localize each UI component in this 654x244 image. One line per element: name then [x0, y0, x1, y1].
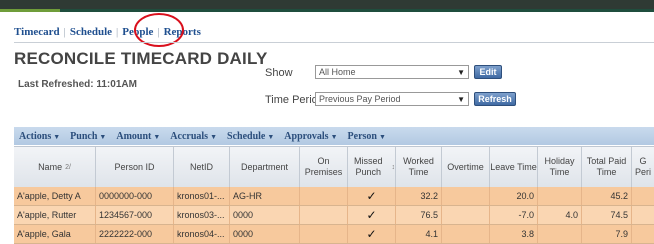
app-top-bar	[0, 0, 654, 12]
cell-worked-time: 32.2	[396, 187, 442, 205]
column-header-name[interactable]: Name 2/	[14, 147, 96, 187]
menu-actions[interactable]: Actions ▼	[19, 131, 60, 142]
menu-schedule[interactable]: Schedule ▼	[227, 131, 274, 142]
column-header-period[interactable]: G Peri	[632, 147, 654, 187]
cell-holiday-time	[538, 187, 582, 205]
menu-amount[interactable]: Amount ▼	[116, 131, 160, 142]
menu-approvals[interactable]: Approvals ▼	[284, 131, 337, 142]
tab-schedule[interactable]: Schedule	[66, 26, 116, 38]
cell-on-premises	[300, 187, 348, 205]
table-row[interactable]: A'apple, Detty A 0000000-000 kronos01-..…	[14, 187, 654, 206]
cell-worked-time: 76.5	[396, 206, 442, 224]
table-row[interactable]: A'apple, Gala 2222222-000 kronos04-... 0…	[14, 225, 654, 244]
tab-people[interactable]: People	[118, 26, 157, 38]
cell-name: A'apple, Rutter	[14, 206, 96, 224]
time-period-select-value: Previous Pay Period	[319, 94, 401, 104]
column-header-netid[interactable]: NetID	[174, 147, 230, 187]
cell-netid: kronos04-...	[174, 225, 230, 243]
refresh-button[interactable]: Refresh	[474, 92, 516, 106]
cell-name: A'apple, Gala	[14, 225, 96, 243]
cell-period	[632, 187, 654, 205]
cell-department: 0000	[230, 225, 300, 243]
cell-leave-time: -7.0	[490, 206, 538, 224]
main-nav: Timecard | Schedule | People | Reports	[14, 24, 205, 40]
page-title: RECONCILE TIMECARD DAILY	[14, 49, 268, 68]
cell-overtime	[442, 225, 490, 243]
cell-period	[632, 225, 654, 243]
cell-person-id: 1234567-000	[96, 206, 174, 224]
checkmark-icon: ✓	[348, 206, 396, 224]
cell-leave-time: 3.8	[490, 225, 538, 243]
nav-divider	[14, 42, 654, 43]
show-label: Show	[265, 67, 293, 79]
cell-person-id: 2222222-000	[96, 225, 174, 243]
cell-holiday-time: 4.0	[538, 206, 582, 224]
tab-timecard[interactable]: Timecard	[14, 26, 64, 38]
cell-person-id: 0000000-000	[96, 187, 174, 205]
column-header-worked-time[interactable]: Worked Time	[396, 147, 442, 187]
column-header-missed-punch[interactable]: Missed Punch ↕	[348, 147, 396, 187]
checkmark-icon: ✓	[348, 187, 396, 205]
cell-overtime	[442, 206, 490, 224]
time-period-select[interactable]: Previous Pay Period ▼	[315, 92, 469, 106]
column-header-total-paid-time[interactable]: Total Paid Time	[582, 147, 632, 187]
column-header-holiday-time[interactable]: Holiday Time	[538, 147, 582, 187]
cell-department: 0000	[230, 206, 300, 224]
cell-leave-time: 20.0	[490, 187, 538, 205]
cell-holiday-time	[538, 225, 582, 243]
cell-period	[632, 206, 654, 224]
table-row[interactable]: A'apple, Rutter 1234567-000 kronos03-...…	[14, 206, 654, 225]
cell-netid: kronos01-...	[174, 187, 230, 205]
cell-total-paid-time: 7.9	[582, 225, 632, 243]
edit-button[interactable]: Edit	[474, 65, 502, 79]
cell-total-paid-time: 74.5	[582, 206, 632, 224]
cell-on-premises	[300, 225, 348, 243]
show-select-value: All Home	[319, 67, 356, 77]
chevron-down-icon: ▼	[457, 67, 465, 77]
tab-reports[interactable]: Reports	[160, 26, 205, 38]
cell-worked-time: 4.1	[396, 225, 442, 243]
last-refreshed: Last Refreshed: 11:01AM	[18, 79, 137, 90]
top-bar-accent-dark	[60, 9, 654, 12]
sort-icon: 2/	[65, 163, 71, 171]
cell-department: AG-HR	[230, 187, 300, 205]
column-header-leave-time[interactable]: Leave Time	[490, 147, 538, 187]
column-header-on-premises[interactable]: On Premises	[300, 147, 348, 187]
cell-name: A'apple, Detty A	[14, 187, 96, 205]
cell-on-premises	[300, 206, 348, 224]
column-header-overtime[interactable]: Overtime	[442, 147, 490, 187]
actions-menu-bar: Actions ▼ Punch ▼ Amount ▼ Accruals ▼ Schedu…	[14, 127, 654, 145]
filter-icon: ↕	[391, 163, 396, 171]
cell-total-paid-time: 45.2	[582, 187, 632, 205]
column-header-department[interactable]: Department	[230, 147, 300, 187]
menu-punch[interactable]: Punch ▼	[70, 131, 106, 142]
table-header: Name 2/ Person ID NetID Department On Pre…	[14, 146, 654, 188]
cell-netid: kronos03-...	[174, 206, 230, 224]
checkmark-icon: ✓	[348, 225, 396, 243]
show-select[interactable]: All Home ▼	[315, 65, 469, 79]
cell-overtime	[442, 187, 490, 205]
top-bar-accent	[0, 9, 60, 12]
menu-person[interactable]: Person ▼	[348, 131, 386, 142]
chevron-down-icon: ▼	[457, 94, 465, 104]
column-header-person-id[interactable]: Person ID	[96, 147, 174, 187]
menu-accruals[interactable]: Accruals ▼	[170, 131, 217, 142]
